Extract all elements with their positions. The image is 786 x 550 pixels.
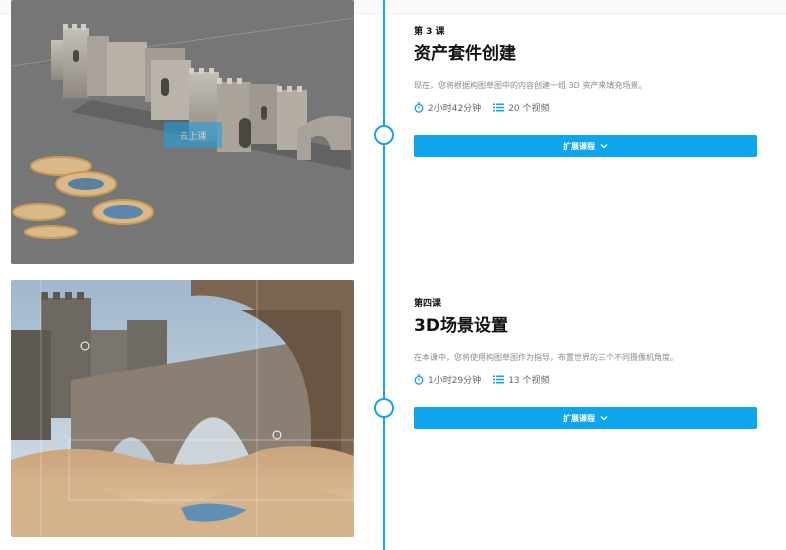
lesson-description: 现在，您将根据构图草图中的内容创建一组 3D 资产来填充场景。 [414,81,647,90]
expand-button-label: 扩展课程 [563,413,595,423]
chevron-down-icon [600,415,608,421]
lesson-number-label: 第 3 课 [414,27,445,37]
lesson-duration: 1小时29分钟 [428,375,482,386]
expand-lesson-button[interactable]: 扩展课程 [414,407,757,429]
lesson-description: 在本课中，您将使用构图草图作为指导，布置世界的三个不同摄像机角度。 [414,353,678,362]
lesson-meta: 2小时42分钟 20 个视频 [414,100,757,114]
lesson-3-card: 第 3 课 资产套件创建 现在，您将根据构图草图中的内容创建一组 3D 资产来填… [414,26,757,157]
lesson-number-label: 第四课 [414,299,442,309]
start-lesson-overlay-button[interactable]: 去上课 [164,122,222,148]
list-icon [493,103,505,112]
timeline-node-lesson-4 [374,398,394,418]
timeline-line [383,0,385,550]
list-icon [493,375,505,384]
lesson-video-count: 13 个视频 [508,375,550,386]
lesson-4-card: 第四课 3D场景设置 在本课中，您将使用构图草图作为指导，布置世界的三个不同摄像… [414,298,757,429]
lesson-duration: 2小时42分钟 [428,103,482,114]
lesson-title: 3D场景设置 [414,316,508,336]
scene-setup-render-image [11,280,354,537]
chevron-down-icon [600,143,608,149]
timeline-node-lesson-3 [374,125,394,145]
lesson-4-thumbnail[interactable] [11,280,354,537]
stopwatch-icon [414,373,424,385]
lesson-3-thumbnail[interactable]: 去上课 [11,0,354,264]
lesson-video-count: 20 个视频 [508,103,550,114]
lesson-title: 资产套件创建 [414,44,516,64]
stopwatch-icon [414,101,424,113]
expand-lesson-button[interactable]: 扩展课程 [414,135,757,157]
expand-button-label: 扩展课程 [563,141,595,151]
lesson-meta: 1小时29分钟 13 个视频 [414,372,757,386]
